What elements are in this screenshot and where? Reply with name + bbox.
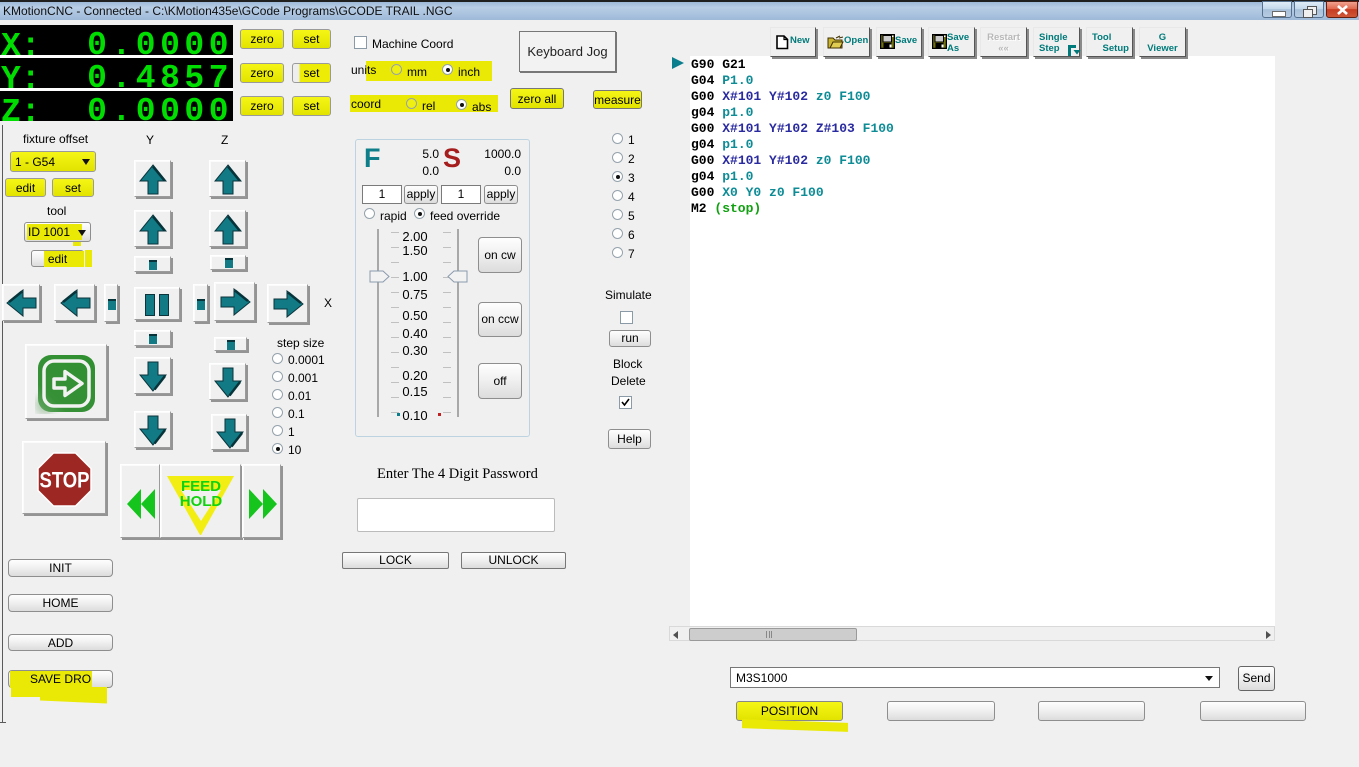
svg-text:HOLD: HOLD (180, 493, 223, 510)
svg-text:STOP: STOP (40, 468, 90, 493)
